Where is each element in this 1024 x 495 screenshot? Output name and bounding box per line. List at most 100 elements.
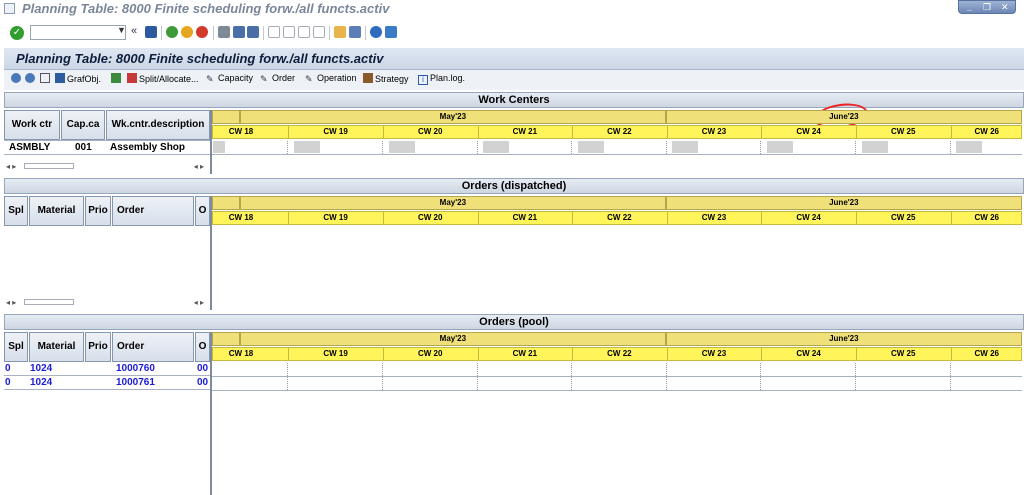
col-header-spl[interactable]: Spl	[4, 196, 28, 226]
save-icon[interactable]	[145, 26, 157, 38]
wc-work-ctr[interactable]: ASMBLY	[9, 142, 50, 153]
last-page-icon[interactable]	[313, 26, 325, 38]
exit-icon[interactable]	[181, 26, 193, 38]
separator	[365, 26, 366, 40]
week-divider	[288, 126, 290, 138]
system-toolbar: ✓ ▼ «	[0, 22, 1024, 44]
week-divider	[950, 348, 952, 360]
operation-label: Operation	[317, 73, 357, 83]
command-dropdown-icon[interactable]: ▼	[117, 25, 126, 35]
week-label: CW 18	[228, 349, 254, 358]
zoom-in-button[interactable]	[11, 73, 23, 84]
week-label: CW 23	[701, 213, 727, 222]
cancel-icon[interactable]	[196, 26, 208, 38]
split-icon-button[interactable]	[111, 73, 123, 84]
week-grid-line	[949, 377, 951, 390]
week-divider	[855, 212, 857, 224]
separator	[161, 26, 162, 40]
capacity-button[interactable]: ✎ Capacity	[206, 73, 253, 84]
next-page-icon[interactable]	[298, 26, 310, 38]
week-grid-line	[665, 141, 667, 154]
pool-row-op[interactable]: 00	[197, 377, 210, 388]
week-divider	[477, 212, 479, 224]
col-header-prio[interactable]: Prio	[85, 332, 111, 362]
strategy-button[interactable]: Strategy	[363, 73, 409, 84]
week-grid-line	[665, 377, 667, 390]
col-header-order[interactable]: Order	[112, 332, 194, 362]
help-icon[interactable]	[370, 26, 382, 38]
find-icon[interactable]	[233, 26, 245, 38]
order-button[interactable]: ✎ Order	[260, 73, 295, 84]
week-divider	[382, 212, 384, 224]
settings-button[interactable]	[40, 73, 52, 84]
wc-cap[interactable]: 001	[75, 142, 92, 153]
timeline-month-spacer	[212, 196, 240, 210]
week-divider	[288, 348, 290, 360]
pool-row-order[interactable]: 1000761	[116, 377, 155, 388]
restore-icon[interactable]: ❐	[983, 2, 991, 13]
back-icon[interactable]	[166, 26, 178, 38]
week-label: CW 20	[417, 213, 443, 222]
week-grid-line	[287, 377, 289, 390]
zoom-out-icon	[25, 73, 35, 83]
plan-log-label: Plan.log.	[430, 73, 466, 83]
week-label: CW 19	[323, 127, 348, 136]
timeline-month-spacer	[212, 332, 240, 346]
col-header-material[interactable]: Material	[29, 196, 84, 226]
command-field[interactable]	[30, 25, 126, 40]
work-centers-panel-title: Work Centers	[4, 92, 1024, 108]
col-header-order[interactable]: Order	[112, 196, 194, 226]
plan-log-button[interactable]: i Plan.log.	[418, 73, 465, 85]
window-titlebar: Planning Table: 8000 Finite scheduling f…	[0, 0, 1024, 20]
row-divider	[4, 389, 210, 390]
non-working-time-block	[294, 141, 320, 153]
week-grid-line	[665, 363, 667, 376]
month-label: May'23	[240, 196, 666, 210]
graf-obj-label: GrafObj.	[67, 74, 102, 84]
orders-pool-panel-title: Orders (pool)	[4, 314, 1024, 330]
split-allocate-button[interactable]: Split/Allocate...	[127, 73, 199, 84]
week-grid-line	[571, 377, 573, 390]
separator	[213, 26, 214, 40]
week-divider	[572, 348, 574, 360]
orders-dispatched-scrollbar[interactable]: ◂ ▸ ◂ ▸	[6, 298, 210, 308]
window-controls[interactable]: _ ❐ ✕	[958, 0, 1016, 14]
customize-layout-icon[interactable]	[385, 26, 397, 38]
week-label: CW 24	[796, 349, 821, 358]
enter-check-icon[interactable]: ✓	[10, 26, 24, 40]
print-icon[interactable]	[218, 26, 230, 38]
week-grid-line	[381, 141, 383, 154]
shortcut-icon[interactable]	[349, 26, 361, 38]
non-working-time-block	[672, 141, 699, 153]
previous-page-icon[interactable]	[283, 26, 295, 38]
col-header-prio[interactable]: Prio	[85, 196, 111, 226]
week-band: CW 18 CW 19 CW 20 CW 21 CW 22 CW 23 CW 24 CW 25…	[212, 211, 1022, 225]
pool-row-material[interactable]: 1024	[30, 363, 52, 374]
pool-row-op[interactable]: 00	[197, 363, 210, 374]
col-header-work-ctr[interactable]: Work ctr	[4, 110, 60, 140]
week-label: CW 26	[974, 127, 999, 136]
col-header-cap[interactable]: Cap.ca	[61, 110, 105, 140]
non-working-time-block	[213, 141, 225, 153]
history-back-icon[interactable]: «	[131, 25, 137, 37]
pool-row-spl[interactable]: 0	[5, 377, 11, 388]
week-grid-line	[949, 141, 951, 154]
zoom-out-button[interactable]	[25, 73, 37, 84]
graf-obj-button[interactable]: GrafObj.	[55, 73, 101, 84]
first-page-icon[interactable]	[268, 26, 280, 38]
week-grid-line	[854, 141, 856, 154]
create-session-icon[interactable]	[334, 26, 346, 38]
pool-row-material[interactable]: 1024	[30, 377, 52, 388]
minimize-icon[interactable]: _	[967, 2, 972, 12]
pool-row-order[interactable]: 1000760	[116, 363, 155, 374]
week-divider	[382, 126, 384, 138]
col-header-spl[interactable]: Spl	[4, 332, 28, 362]
close-icon[interactable]: ✕	[1001, 2, 1009, 13]
pool-row-spl[interactable]: 0	[5, 363, 11, 374]
work-centers-scrollbar[interactable]: ◂ ▸ ◂ ▸	[6, 162, 210, 172]
week-label: CW 19	[323, 213, 348, 222]
wc-description[interactable]: Assembly Shop	[110, 142, 185, 153]
operation-button[interactable]: ✎ Operation	[305, 73, 357, 84]
find-next-icon[interactable]	[247, 26, 259, 38]
col-header-material[interactable]: Material	[29, 332, 84, 362]
